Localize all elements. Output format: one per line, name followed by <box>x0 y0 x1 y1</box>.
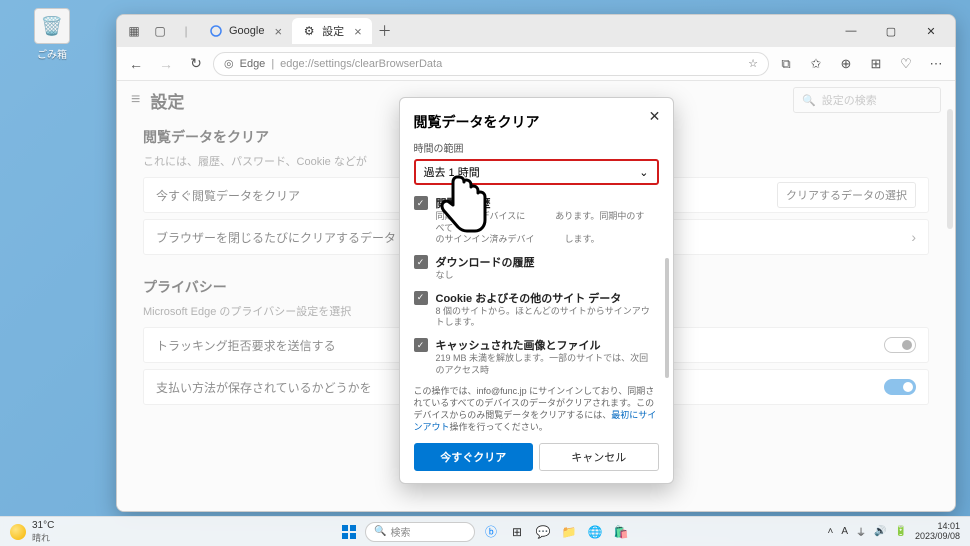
new-tab-button[interactable]: ＋ <box>372 18 398 44</box>
extensions-icon[interactable]: ⊞ <box>863 51 889 77</box>
address-bar: ← → ↻ ◎ Edge | edge://settings/clearBrow… <box>117 47 955 81</box>
clear-data-dialog: ✕ 閲覧データをクリア 時間の範囲 過去 1 時間 ⌄ ✓ 閲覧の履歴 同期され… <box>399 97 674 484</box>
window-minimize[interactable]: — <box>831 17 871 45</box>
desktop-recycle-bin[interactable]: 🗑️ ごみ箱 <box>28 8 76 61</box>
item-sub: 同期されたデバイスに あります。同期中のすべてのサインイン済みデバイ します。 <box>436 211 651 246</box>
item-title: キャッシュされた画像とファイル <box>436 337 651 353</box>
weather-temp: 31°C <box>32 520 54 531</box>
tab-google[interactable]: Google × <box>199 18 292 44</box>
refresh-button[interactable]: ↻ <box>183 51 209 77</box>
url-input[interactable]: ◎ Edge | edge://settings/clearBrowserDat… <box>213 52 769 76</box>
volume-icon[interactable]: 🔊 <box>874 526 886 537</box>
search-placeholder: 検索 <box>390 524 410 539</box>
tab-sep: | <box>175 20 197 42</box>
weather-cond: 晴れ <box>32 531 54 544</box>
taskbar-search[interactable]: 🔍 検索 <box>365 522 475 542</box>
checkbox-checked-icon[interactable]: ✓ <box>414 338 428 352</box>
select-value: 過去 1 時間 <box>424 164 480 180</box>
checkbox-item-browsing[interactable]: ✓ 閲覧の履歴 同期されたデバイスに あります。同期中のすべてのサインイン済みデ… <box>414 195 659 246</box>
recycle-bin-label: ごみ箱 <box>37 46 67 61</box>
edge-window: ▦ ▢ | Google × ⚙ 設定 × ＋ — ▢ ✕ ← → ↻ ◎ Ed… <box>116 14 956 512</box>
taskbar-center: 🔍 検索 ⓑ ⊞ 💬 📁 🌐 🛍️ <box>339 522 631 542</box>
titlebar: ▦ ▢ | Google × ⚙ 設定 × ＋ — ▢ ✕ <box>117 15 955 47</box>
taskview-icon[interactable]: ⊞ <box>507 522 527 542</box>
cancel-button[interactable]: キャンセル <box>539 443 659 471</box>
item-sub: 219 MB 未満を解放します。一部のサイトでは、次回のアクセス時 <box>436 353 651 376</box>
taskbar-clock[interactable]: 14:01 2023/09/08 <box>915 522 960 542</box>
dialog-note: この操作では、info@func.jp にサインインしており、同期されているすべ… <box>414 385 659 434</box>
checkbox-checked-icon[interactable]: ✓ <box>414 291 428 305</box>
checkbox-checked-icon[interactable]: ✓ <box>414 196 428 210</box>
chat-icon[interactable]: 💬 <box>533 522 553 542</box>
explorer-icon[interactable]: 📁 <box>559 522 579 542</box>
tab-label: Google <box>229 25 264 37</box>
edge-icon[interactable]: 🌐 <box>585 522 605 542</box>
collections-icon[interactable]: ⊕ <box>833 51 859 77</box>
favorites-icon[interactable]: ✩ <box>803 51 829 77</box>
clear-now-button[interactable]: 今すぐクリア <box>414 443 534 471</box>
google-icon <box>209 24 223 38</box>
store-icon[interactable]: 🛍️ <box>611 522 631 542</box>
url-sep: | <box>271 58 274 70</box>
vertical-tabs-icon[interactable]: ▢ <box>149 20 171 42</box>
item-sub: 8 個のサイトから。ほとんどのサイトからサインアウトします。 <box>436 306 651 329</box>
split-screen-icon[interactable]: ⧉ <box>773 51 799 77</box>
sun-icon <box>10 524 26 540</box>
tray-chevron-icon[interactable]: ˄ <box>828 526 834 537</box>
checkbox-checked-icon[interactable]: ✓ <box>414 255 428 269</box>
menu-dots-icon[interactable]: ⋯ <box>923 51 949 77</box>
tab-close-icon[interactable]: × <box>274 24 282 39</box>
favorite-star-icon[interactable]: ☆ <box>748 57 758 70</box>
dialog-scrollbar[interactable] <box>665 258 669 378</box>
system-tray: ˄ A ⏚ 🔊 🔋 14:01 2023/09/08 <box>828 522 960 542</box>
chevron-down-icon: ⌄ <box>639 166 648 179</box>
copilot-icon[interactable]: ⓑ <box>481 522 501 542</box>
back-button[interactable]: ← <box>123 51 149 77</box>
dialog-overlay: ✕ 閲覧データをクリア 時間の範囲 過去 1 時間 ⌄ ✓ 閲覧の履歴 同期され… <box>117 81 955 511</box>
dialog-close-button[interactable]: ✕ <box>645 106 665 126</box>
network-icon[interactable]: ⏚ <box>856 524 866 539</box>
taskbar: 31°C 晴れ 🔍 検索 ⓑ ⊞ 💬 📁 🌐 🛍️ ˄ A ⏚ 🔊 🔋 14:01… <box>0 516 970 546</box>
gear-icon: ⚙ <box>302 24 316 38</box>
url-text: edge://settings/clearBrowserData <box>280 58 442 70</box>
dialog-title: 閲覧データをクリア <box>414 112 659 132</box>
item-title: ダウンロードの履歴 <box>436 254 651 270</box>
page-content: ≡ 設定 🔍 設定の検索 閲覧データをクリア これには、履歴、パスワード、Coo… <box>117 81 955 511</box>
tab-close-icon[interactable]: × <box>354 24 362 39</box>
search-icon: 🔍 <box>374 526 386 537</box>
time-range-label: 時間の範囲 <box>414 140 659 155</box>
time-range-select[interactable]: 過去 1 時間 ⌄ <box>414 159 659 185</box>
health-icon[interactable]: ♡ <box>893 51 919 77</box>
checkbox-item-cookies[interactable]: ✓ Cookie およびその他のサイト データ 8 個のサイトから。ほとんどのサ… <box>414 290 659 329</box>
clock-date: 2023/09/08 <box>915 532 960 542</box>
taskbar-weather[interactable]: 31°C 晴れ <box>10 520 54 544</box>
recycle-bin-icon: 🗑️ <box>34 8 70 44</box>
battery-icon[interactable]: 🔋 <box>895 526 907 537</box>
start-button[interactable] <box>339 522 359 542</box>
window-maximize[interactable]: ▢ <box>871 17 911 45</box>
item-title: Cookie およびその他のサイト データ <box>436 290 651 306</box>
window-close[interactable]: ✕ <box>911 17 951 45</box>
item-title: 閲覧の履歴 <box>436 195 651 211</box>
forward-button: → <box>153 51 179 77</box>
item-sub: なし <box>436 270 651 282</box>
tab-actions-icon[interactable]: ▦ <box>123 20 145 42</box>
checkbox-item-cache[interactable]: ✓ キャッシュされた画像とファイル 219 MB 未満を解放します。一部のサイト… <box>414 337 659 376</box>
url-scheme: Edge <box>240 58 266 70</box>
checkbox-item-downloads[interactable]: ✓ ダウンロードの履歴 なし <box>414 254 659 282</box>
tab-settings[interactable]: ⚙ 設定 × <box>292 18 372 44</box>
edge-icon: ◎ <box>224 57 234 70</box>
ime-indicator[interactable]: A <box>841 526 848 537</box>
tab-label: 設定 <box>322 23 344 39</box>
